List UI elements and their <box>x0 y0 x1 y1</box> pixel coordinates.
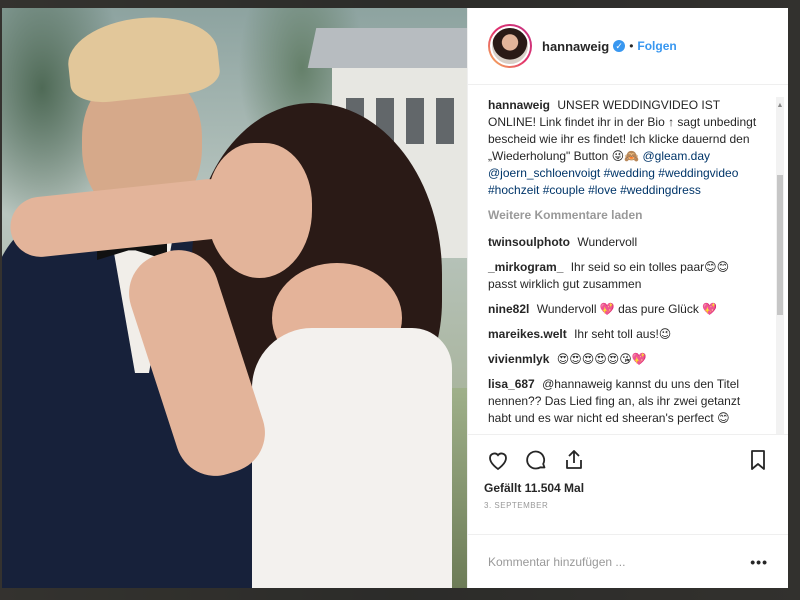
comment-input[interactable] <box>488 554 751 569</box>
share-upload-icon[interactable] <box>560 446 588 474</box>
post-photo[interactable] <box>2 8 467 588</box>
bookmark-icon[interactable] <box>744 446 772 474</box>
comment-bubble-icon[interactable] <box>522 446 550 474</box>
header-username[interactable]: hannaweig <box>542 39 609 54</box>
photo-wedding-dress <box>252 328 452 588</box>
comment-username[interactable]: nine82l <box>488 302 529 316</box>
load-more-comments-link[interactable]: Weitere Kommentare laden <box>488 207 768 224</box>
like-heart-icon[interactable] <box>484 446 512 474</box>
comment-text: 😍😍😍😍😍😘💖 <box>556 352 647 366</box>
add-comment-bar: ••• <box>468 534 788 588</box>
comment-username[interactable]: lisa_687 <box>488 377 535 391</box>
comment-item: vivienmlyk 😍😍😍😍😍😘💖 <box>488 351 768 368</box>
comment-item: twinsoulphoto Wundervoll <box>488 234 768 251</box>
post-sidebar: hannaweig ✓ • Folgen hannaweig UNSER WED… <box>467 8 788 588</box>
caption-mention-link[interactable]: @gleam.day <box>642 149 710 163</box>
post-caption: hannaweig UNSER WEDDINGVIDEO IST ONLINE!… <box>488 97 768 199</box>
comment-username[interactable]: _mirkogram_ <box>488 260 563 274</box>
comments-scrollbar[interactable]: ▲ ▼ <box>776 97 784 434</box>
post-modal: hannaweig ✓ • Folgen hannaweig UNSER WED… <box>2 8 788 588</box>
separator-dot: • <box>629 39 634 53</box>
comment-username[interactable]: vivienmlyk <box>488 352 549 366</box>
avatar[interactable] <box>490 26 530 66</box>
post-actions: Gefällt 11.504 Mal 3. SEPTEMBER <box>468 434 788 534</box>
comment-text: Wundervoll 💖 das pure Glück 💖 <box>536 302 718 316</box>
comment-item: mareikes.welt Ihr seht toll aus!😉 <box>488 326 768 343</box>
comments-list[interactable]: hannaweig UNSER WEDDINGVIDEO IST ONLINE!… <box>468 85 788 434</box>
comment-text: Ihr seht toll aus!😉 <box>574 327 672 341</box>
likes-count[interactable]: Gefällt 11.504 Mal <box>484 481 772 495</box>
scrollbar-thumb[interactable] <box>777 175 783 315</box>
photo-window <box>406 98 424 144</box>
caption-mention-link[interactable]: @joern_schloenvoigt <box>488 166 600 180</box>
comment-item: nine82l Wundervoll 💖 das pure Glück 💖 <box>488 301 768 318</box>
comment-text: Wundervoll <box>577 235 638 249</box>
avatar-story-ring[interactable] <box>488 24 532 68</box>
scroll-up-arrow-icon[interactable]: ▲ <box>776 97 784 114</box>
follow-button[interactable]: Folgen <box>637 39 676 53</box>
photo-building-roof <box>307 28 467 68</box>
caption-username[interactable]: hannaweig <box>488 98 550 112</box>
comment-item: _mirkogram_ Ihr seid so ein tolles paar😊… <box>488 259 768 293</box>
more-options-icon[interactable]: ••• <box>750 554 768 570</box>
post-date: 3. SEPTEMBER <box>484 501 549 510</box>
action-icons-row <box>484 443 772 477</box>
post-header: hannaweig ✓ • Folgen <box>468 8 788 85</box>
verified-badge-icon: ✓ <box>613 40 626 52</box>
comment-item: lisa_687 @hannaweig kannst du uns den Ti… <box>488 376 768 427</box>
comment-username[interactable]: mareikes.welt <box>488 327 567 341</box>
comment-username[interactable]: twinsoulphoto <box>488 235 570 249</box>
photo-window <box>436 98 454 144</box>
